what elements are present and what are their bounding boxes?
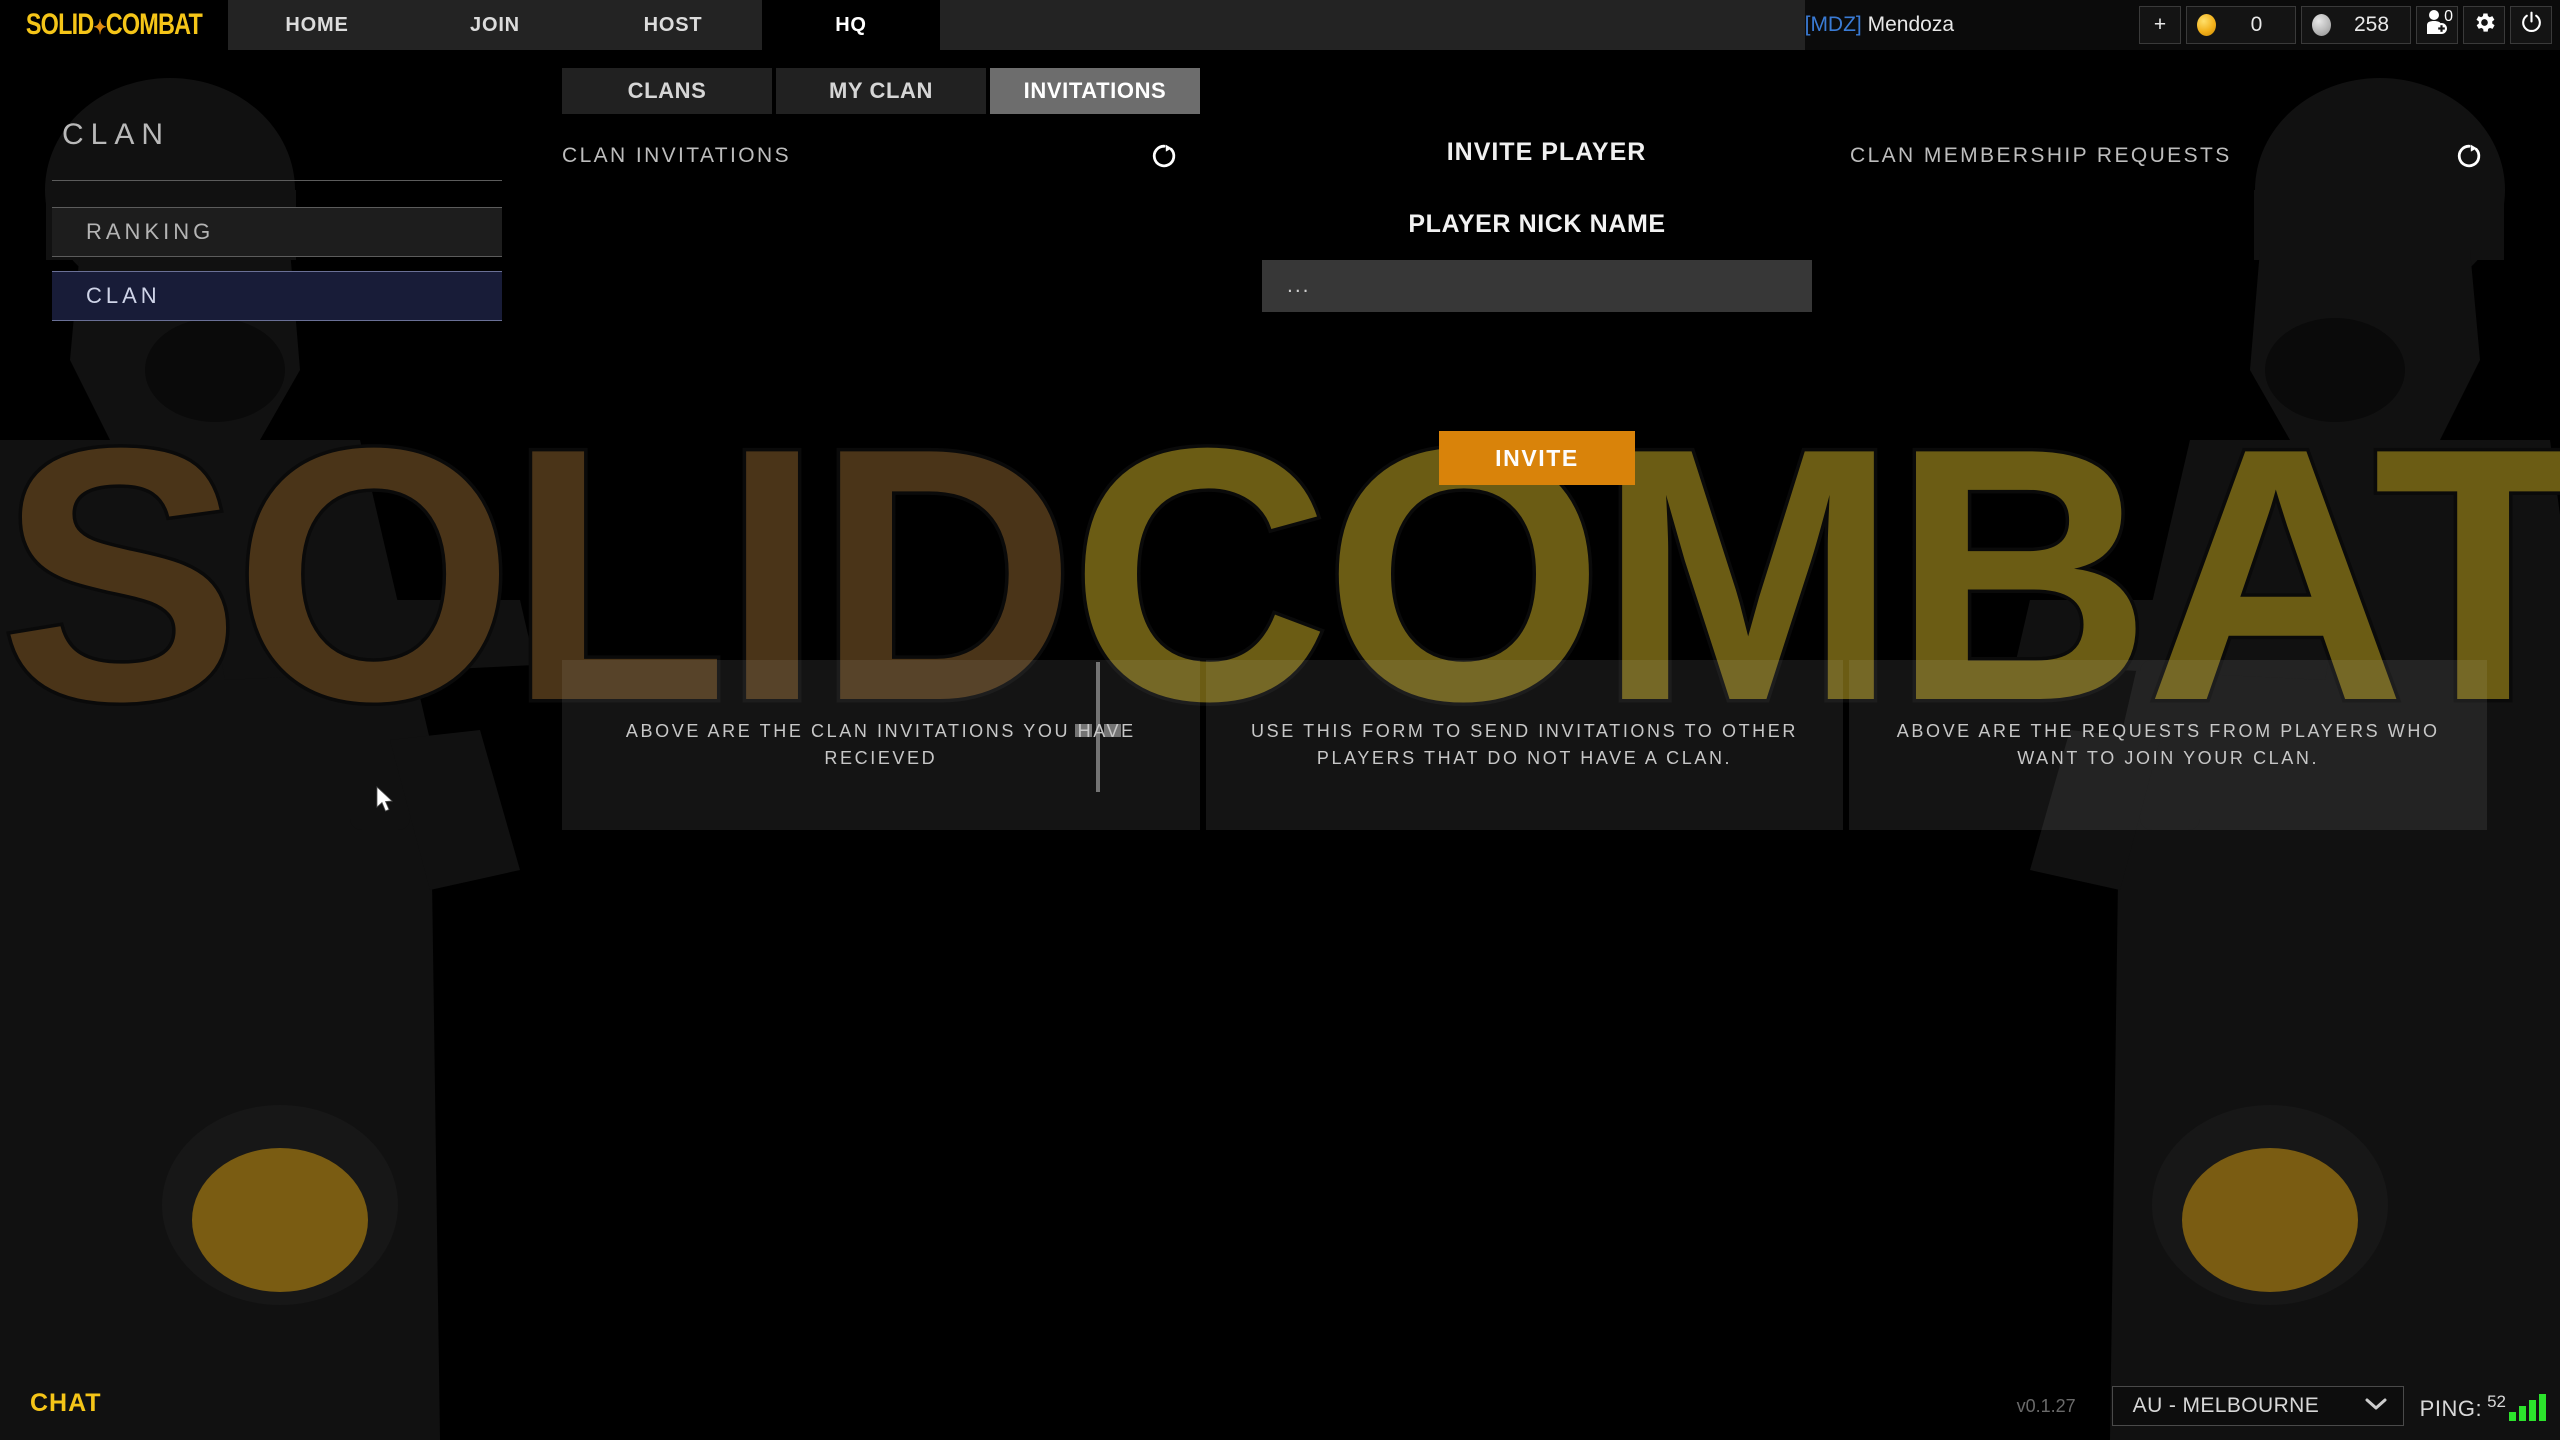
ping-label: PING: <box>2419 1395 2483 1421</box>
sidebar-title: CLAN <box>62 118 171 151</box>
clan-subtabs: CLANS MY CLAN INVITATIONS <box>562 68 1204 114</box>
column-headers: CLAN INVITATIONS INVITE PLAYER CLAN MEMB… <box>562 138 2522 186</box>
clan-membership-requests-title: CLAN MEMBERSHIP REQUESTS <box>1850 144 2232 167</box>
invite-button[interactable]: INVITE <box>1439 431 1635 485</box>
tab-invitations[interactable]: INVITATIONS <box>990 68 1200 114</box>
player-clan-tag: [MDZ] <box>1804 13 1862 36</box>
gold-amount: 0 <box>2250 13 2263 36</box>
invite-player-title: INVITE PLAYER <box>1446 138 1647 166</box>
help-text-invitations: ABOVE ARE THE CLAN INVITATIONS YOU HAVE … <box>625 721 1136 768</box>
tab-label-clans: CLANS <box>627 78 707 103</box>
nav-label-join: JOIN <box>470 13 520 36</box>
tab-label-my-clan: MY CLAN <box>828 78 934 103</box>
add-currency-button[interactable]: + <box>2139 6 2181 44</box>
help-text-row: ABOVE ARE THE CLAN INVITATIONS YOU HAVE … <box>562 660 2488 830</box>
column-header-invitations: CLAN INVITATIONS <box>562 138 1182 174</box>
column-header-invite-player: INVITE PLAYER <box>1274 138 1819 167</box>
mouse-cursor <box>376 786 396 819</box>
logo-word-solid: SOLID <box>25 8 94 41</box>
column-header-membership-requests: CLAN MEMBERSHIP REQUESTS <box>1850 138 2487 174</box>
nav-item-host[interactable]: HOST <box>584 0 762 50</box>
ping-value: 52 <box>2487 1391 2506 1411</box>
nav-item-hq[interactable]: HQ <box>762 0 940 50</box>
friend-requests-badge: 0 <box>2444 8 2453 25</box>
content-columns: CLAN INVITATIONS INVITE PLAYER CLAN MEMB… <box>562 138 2522 485</box>
settings-button[interactable] <box>2463 6 2505 44</box>
tab-my-clan[interactable]: MY CLAN <box>776 68 986 114</box>
server-region-value: AU - MELBOURNE <box>2132 1394 2320 1417</box>
sidebar-label-clan: CLAN <box>86 283 161 308</box>
help-text-requests: ABOVE ARE THE REQUESTS FROM PLAYERS WHO … <box>1896 721 2440 768</box>
chat-button[interactable]: CHAT <box>30 1389 102 1418</box>
gear-icon <box>2472 10 2497 41</box>
player-nickname: Mendoza <box>1867 13 1954 36</box>
refresh-invitations-button[interactable] <box>1146 138 1182 174</box>
help-panel-requests: ABOVE ARE THE REQUESTS FROM PLAYERS WHO … <box>1849 660 2488 830</box>
sidebar: CLAN RANKING CLAN <box>52 118 502 335</box>
friend-requests-button[interactable]: 0 <box>2416 6 2458 44</box>
top-navigation-bar: SOLID✦COMBAT HOME JOIN HOST HQ [MDZ] Men… <box>0 0 2560 50</box>
player-name[interactable]: [MDZ] Mendoza <box>1805 13 1954 37</box>
nav-label-hq: HQ <box>835 13 867 36</box>
server-region-select[interactable]: AU - MELBOURNE <box>2111 1386 2404 1426</box>
player-hud: [MDZ] Mendoza + 0 258 0 <box>1804 0 2560 50</box>
chevron-down-icon <box>2363 1394 2389 1418</box>
nav-label-home: HOME <box>285 13 349 36</box>
help-text-invite-form: USE THIS FORM TO SEND INVITATIONS TO OTH… <box>1251 721 1798 768</box>
game-logo[interactable]: SOLID✦COMBAT <box>0 0 228 50</box>
refresh-requests-button[interactable] <box>2451 138 2487 174</box>
sidebar-divider <box>52 180 502 181</box>
player-nick-name-input[interactable]: ... <box>1262 260 1812 312</box>
logo-text: SOLID✦COMBAT <box>25 8 203 42</box>
power-icon <box>2519 10 2544 41</box>
invite-player-form: PLAYER NICK NAME ... INVITE <box>1217 210 1857 485</box>
tab-label-invitations: INVITATIONS <box>1023 78 1167 103</box>
power-exit-button[interactable] <box>2510 6 2552 44</box>
plus-icon: + <box>2153 13 2167 36</box>
game-screen: SOLID COMBAT SOLID✦COMBAT HOME JOIN HOST … <box>0 0 2560 1440</box>
help-panel-invite-form: USE THIS FORM TO SEND INVITATIONS TO OTH… <box>1205 660 1844 830</box>
logo-word-combat: COMBAT <box>105 8 203 41</box>
silver-currency[interactable]: 258 <box>2301 6 2411 44</box>
version-label: v0.1.27 <box>2016 1395 2076 1416</box>
tab-clans[interactable]: CLANS <box>562 68 772 114</box>
nav-label-host: HOST <box>643 13 703 36</box>
silver-amount: 258 <box>2353 13 2390 36</box>
silver-coin-icon <box>2312 14 2331 36</box>
nav-item-home[interactable]: HOME <box>228 0 406 50</box>
sidebar-item-ranking[interactable]: RANKING <box>52 207 502 257</box>
help-panel-invitations: ABOVE ARE THE CLAN INVITATIONS YOU HAVE … <box>562 660 1200 830</box>
signal-strength-icon <box>2509 1391 2546 1421</box>
gold-currency[interactable]: 0 <box>2186 6 2296 44</box>
sidebar-item-clan[interactable]: CLAN <box>52 271 502 321</box>
logo-star-icon: ✦ <box>93 17 107 39</box>
clan-invitations-title: CLAN INVITATIONS <box>562 144 791 167</box>
sidebar-label-ranking: RANKING <box>86 219 215 244</box>
status-bar: v0.1.27 AU - MELBOURNE PING: 52 <box>2017 1386 2546 1426</box>
gold-coin-icon <box>2197 14 2216 36</box>
nav-item-join[interactable]: JOIN <box>406 0 584 50</box>
ping-indicator: PING: 52 <box>2420 1391 2546 1422</box>
nav-spacer <box>940 0 1805 50</box>
player-nick-name-label: PLAYER NICK NAME <box>1408 210 1666 238</box>
